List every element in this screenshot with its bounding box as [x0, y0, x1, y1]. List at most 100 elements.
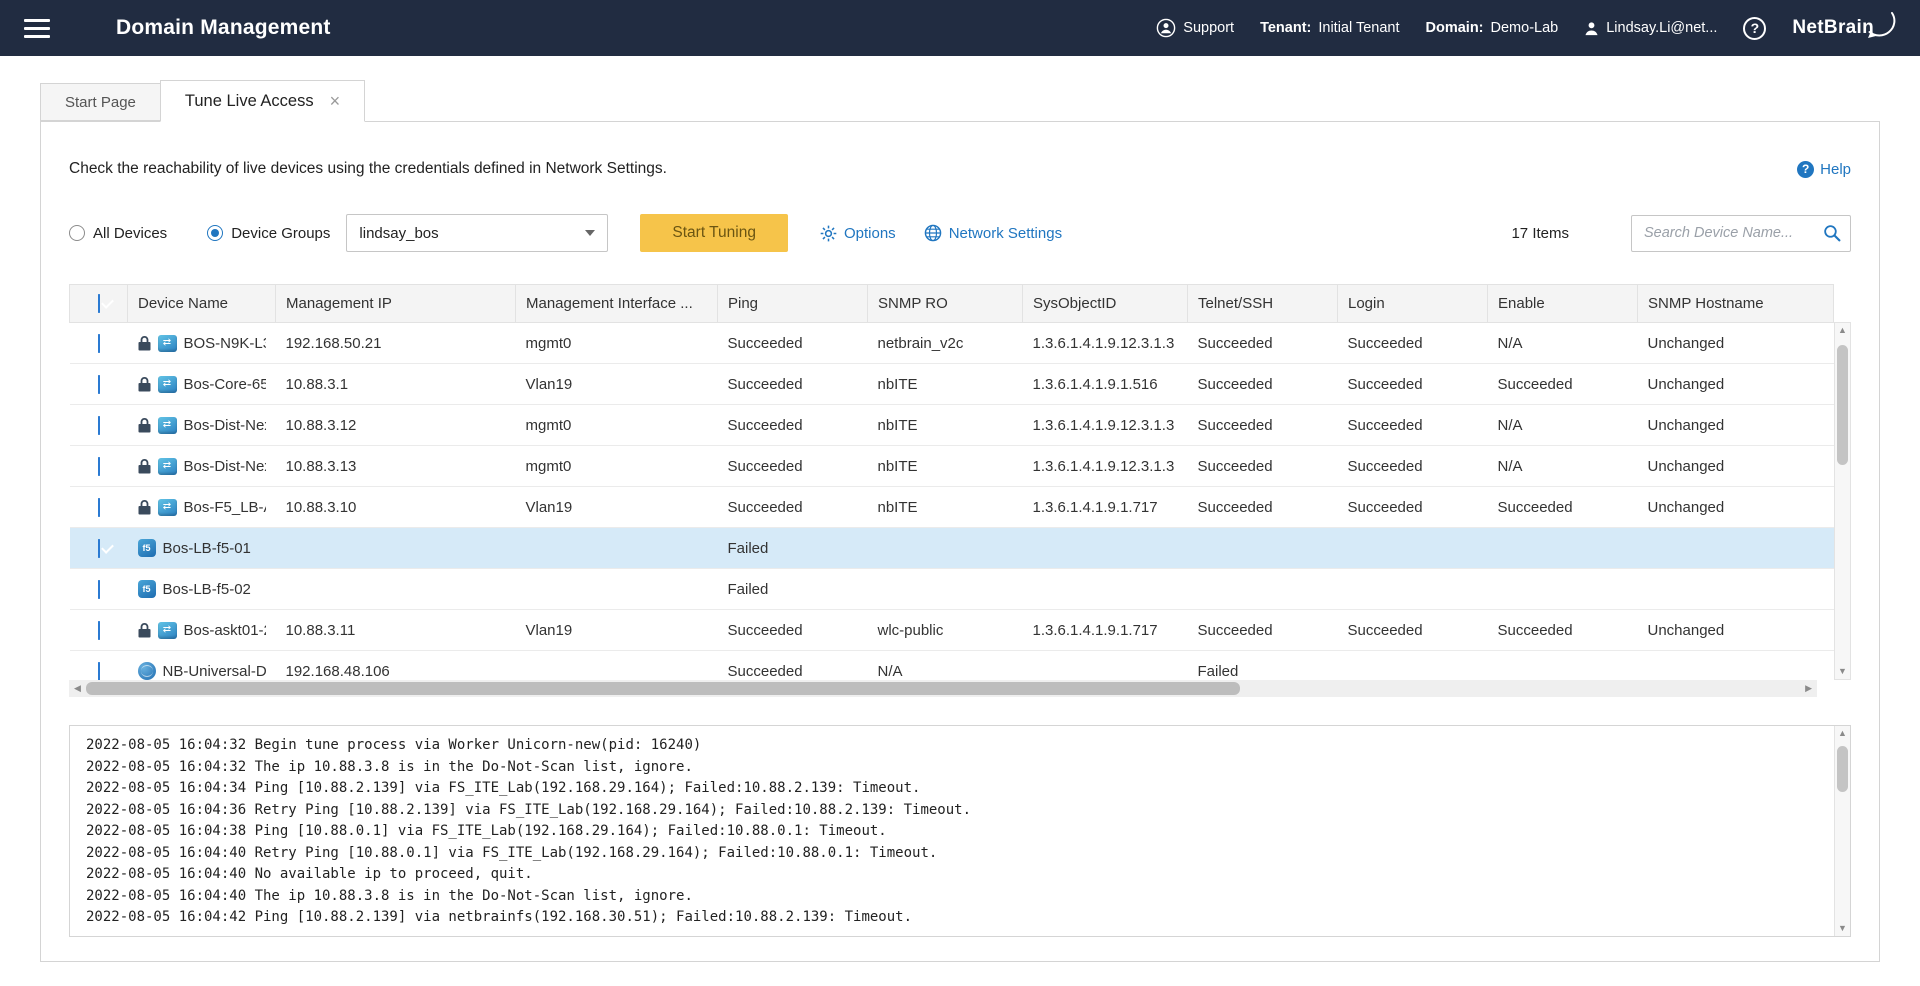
table-row[interactable]: Bos-F5_LB-A 10.88.3.10 Vlan19 Succeeded … [70, 487, 1834, 528]
column-header-device-name[interactable]: Device Name [128, 285, 276, 323]
log-vertical-scrollbar[interactable]: ▲ ▼ [1834, 725, 1851, 937]
table-row[interactable]: Bos-askt01-2 10.88.3.11 Vlan19 Succeeded… [70, 610, 1834, 651]
cell-management-ip: 10.88.3.12 [276, 405, 516, 446]
column-header-ping[interactable]: Ping [718, 285, 868, 323]
column-header-snmp-ro[interactable]: SNMP RO [868, 285, 1023, 323]
domain-value: Demo-Lab [1491, 20, 1559, 36]
cell-snmp-ro: nbITE [868, 446, 1023, 487]
search-icon[interactable] [1823, 224, 1841, 242]
column-header-snmp-hostname[interactable]: SNMP Hostname [1638, 285, 1834, 323]
network-settings-link[interactable]: Network Settings [924, 224, 1062, 242]
lock-icon [138, 459, 151, 474]
table-header-row: Device Name Management IP Management Int… [70, 285, 1834, 323]
scroll-right-icon[interactable]: ▶ [1805, 684, 1812, 693]
support-link[interactable]: Support [1156, 18, 1234, 38]
cell-login: Succeeded [1338, 405, 1488, 446]
device-group-select[interactable]: lindsay_bos [346, 214, 608, 252]
cell-snmp-ro: N/A [868, 651, 1023, 681]
start-tuning-button[interactable]: Start Tuning [640, 214, 788, 252]
table-vertical-scrollbar[interactable]: ▲ ▼ [1834, 322, 1851, 680]
table-row[interactable]: Bos-Core-65 10.88.3.1 Vlan19 Succeeded n… [70, 364, 1834, 405]
column-header-login[interactable]: Login [1338, 285, 1488, 323]
log-line: 2022-08-05 16:04:38 Ping [10.88.0.1] via… [86, 821, 1820, 843]
row-checkbox[interactable] [98, 416, 100, 435]
radio-unchecked-icon[interactable] [69, 225, 85, 241]
close-tab-icon[interactable]: × [330, 92, 341, 110]
scroll-down-icon[interactable]: ▼ [1838, 667, 1847, 676]
log-panel: 2022-08-05 16:04:32 Begin tune process v… [69, 725, 1851, 937]
scroll-down-icon[interactable]: ▼ [1838, 924, 1847, 933]
select-all-checkbox[interactable] [98, 294, 100, 313]
log-vscroll-thumb[interactable] [1837, 746, 1848, 792]
cell-ping: Succeeded [718, 651, 868, 681]
cell-enable [1488, 528, 1638, 569]
table-hscroll-thumb[interactable] [86, 682, 1240, 695]
table-row[interactable]: BOS-N9K-L3 192.168.50.21 mgmt0 Succeeded… [70, 323, 1834, 364]
row-checkbox[interactable] [98, 621, 100, 640]
help-link[interactable]: ? Help [1797, 161, 1851, 178]
top-bar: Domain Management Support Tenant: Initia… [0, 0, 1920, 56]
column-header-enable[interactable]: Enable [1488, 285, 1638, 323]
user-menu[interactable]: Lindsay.Li@net... [1584, 20, 1717, 36]
device-icon [158, 499, 177, 516]
cell-snmp-hostname [1638, 569, 1834, 610]
help-icon[interactable]: ? [1743, 17, 1766, 40]
device-icon [158, 458, 177, 475]
cell-management-ip: 192.168.48.106 [276, 651, 516, 681]
row-checkbox[interactable] [98, 498, 100, 517]
tenant-info[interactable]: Tenant: Initial Tenant [1260, 20, 1399, 36]
device-groups-radio[interactable]: Device Groups [207, 225, 330, 242]
cell-snmp-ro [868, 528, 1023, 569]
scroll-left-icon[interactable]: ◀ [74, 684, 81, 693]
column-header-sysobjectid[interactable]: SysObjectID [1023, 285, 1188, 323]
scroll-up-icon[interactable]: ▲ [1838, 729, 1847, 738]
table-row[interactable]: NB-Universal-DL 192.168.48.106 Succeeded… [70, 651, 1834, 681]
menu-icon[interactable] [24, 19, 50, 38]
row-checkbox[interactable] [98, 457, 100, 476]
row-checkbox[interactable] [98, 334, 100, 353]
table-vscroll-thumb[interactable] [1837, 345, 1848, 465]
row-checkbox[interactable] [98, 539, 100, 558]
column-header-telnet-ssh[interactable]: Telnet/SSH [1188, 285, 1338, 323]
table-row[interactable]: Bos-Dist-Nex 10.88.3.13 mgmt0 Succeeded … [70, 446, 1834, 487]
radio-checked-icon[interactable] [207, 225, 223, 241]
table-row[interactable]: Bos-Dist-Nex 10.88.3.12 mgmt0 Succeeded … [70, 405, 1834, 446]
domain-label: Domain: [1426, 20, 1484, 36]
domain-info[interactable]: Domain: Demo-Lab [1426, 20, 1559, 36]
cell-enable: N/A [1488, 405, 1638, 446]
cell-management-ip [276, 569, 516, 610]
tab-tune-live-access[interactable]: Tune Live Access × [160, 80, 365, 122]
cell-snmp-ro [868, 569, 1023, 610]
cell-login: Succeeded [1338, 364, 1488, 405]
tab-start-page[interactable]: Start Page [40, 83, 161, 121]
device-name: Bos-LB-f5-01 [163, 540, 251, 557]
scroll-up-icon[interactable]: ▲ [1838, 326, 1847, 335]
device-name: Bos-F5_LB-A [184, 499, 266, 516]
all-devices-radio[interactable]: All Devices [69, 225, 167, 242]
cell-snmp-hostname [1638, 528, 1834, 569]
table-row[interactable]: Bos-LB-f5-02 Failed [70, 569, 1834, 610]
column-header-management-interface[interactable]: Management Interface ... [516, 285, 718, 323]
lock-icon [138, 500, 151, 515]
row-checkbox[interactable] [98, 662, 100, 681]
row-checkbox[interactable] [98, 580, 100, 599]
column-header-management-ip[interactable]: Management IP [276, 285, 516, 323]
options-link[interactable]: Options [820, 225, 896, 242]
cell-ping: Succeeded [718, 446, 868, 487]
tenant-value: Initial Tenant [1318, 20, 1399, 36]
search-input[interactable] [1631, 215, 1851, 252]
row-checkbox[interactable] [98, 375, 100, 394]
table-row[interactable]: Bos-LB-f5-01 Failed [70, 528, 1834, 569]
netbrain-logo-text: NetBrain [1792, 17, 1874, 39]
cell-snmp-hostname: Unchanged [1638, 610, 1834, 651]
device-group-select-value: lindsay_bos [359, 225, 438, 242]
options-label: Options [844, 225, 896, 242]
device-icon [138, 539, 156, 557]
log-line: 2022-08-05 16:04:32 The ip 10.88.3.8 is … [86, 757, 1820, 779]
cell-management-ip: 10.88.3.10 [276, 487, 516, 528]
table-horizontal-scrollbar[interactable]: ◀ ▶ [69, 680, 1817, 697]
cell-ping: Failed [718, 528, 868, 569]
cell-telnet-ssh: Succeeded [1188, 446, 1338, 487]
cell-snmp-ro: wlc-public [868, 610, 1023, 651]
log-line: 2022-08-05 16:04:40 The ip 10.88.3.8 is … [86, 886, 1820, 908]
